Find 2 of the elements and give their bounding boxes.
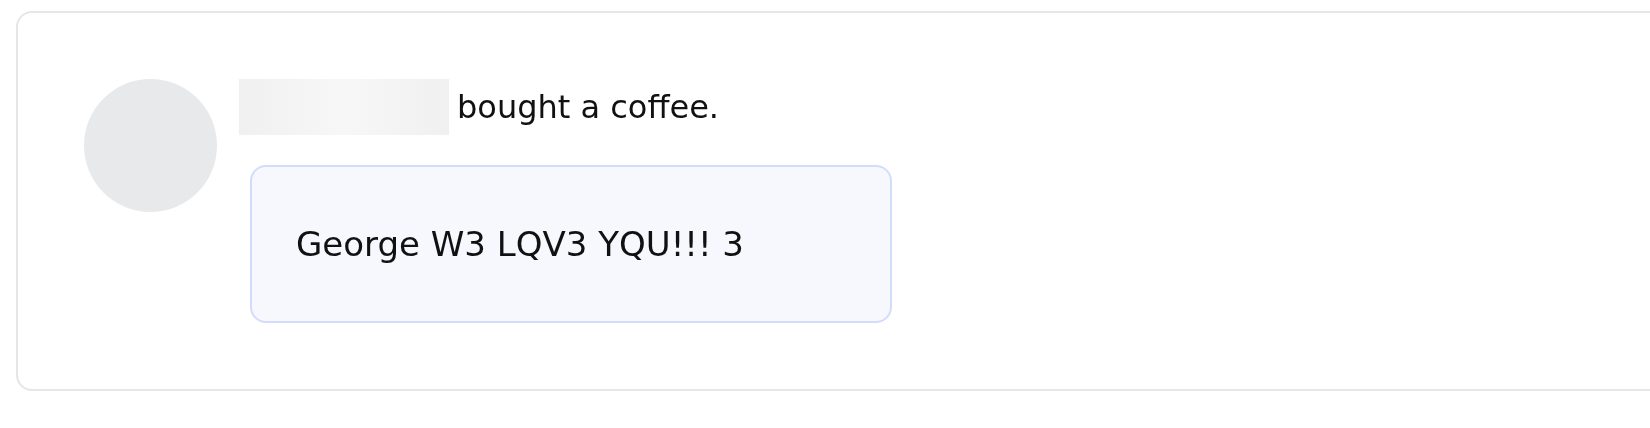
post-action-text: bought a coffee. — [457, 88, 720, 126]
message-text: George W3 LQV3 YQU!!! 3 — [296, 224, 744, 264]
